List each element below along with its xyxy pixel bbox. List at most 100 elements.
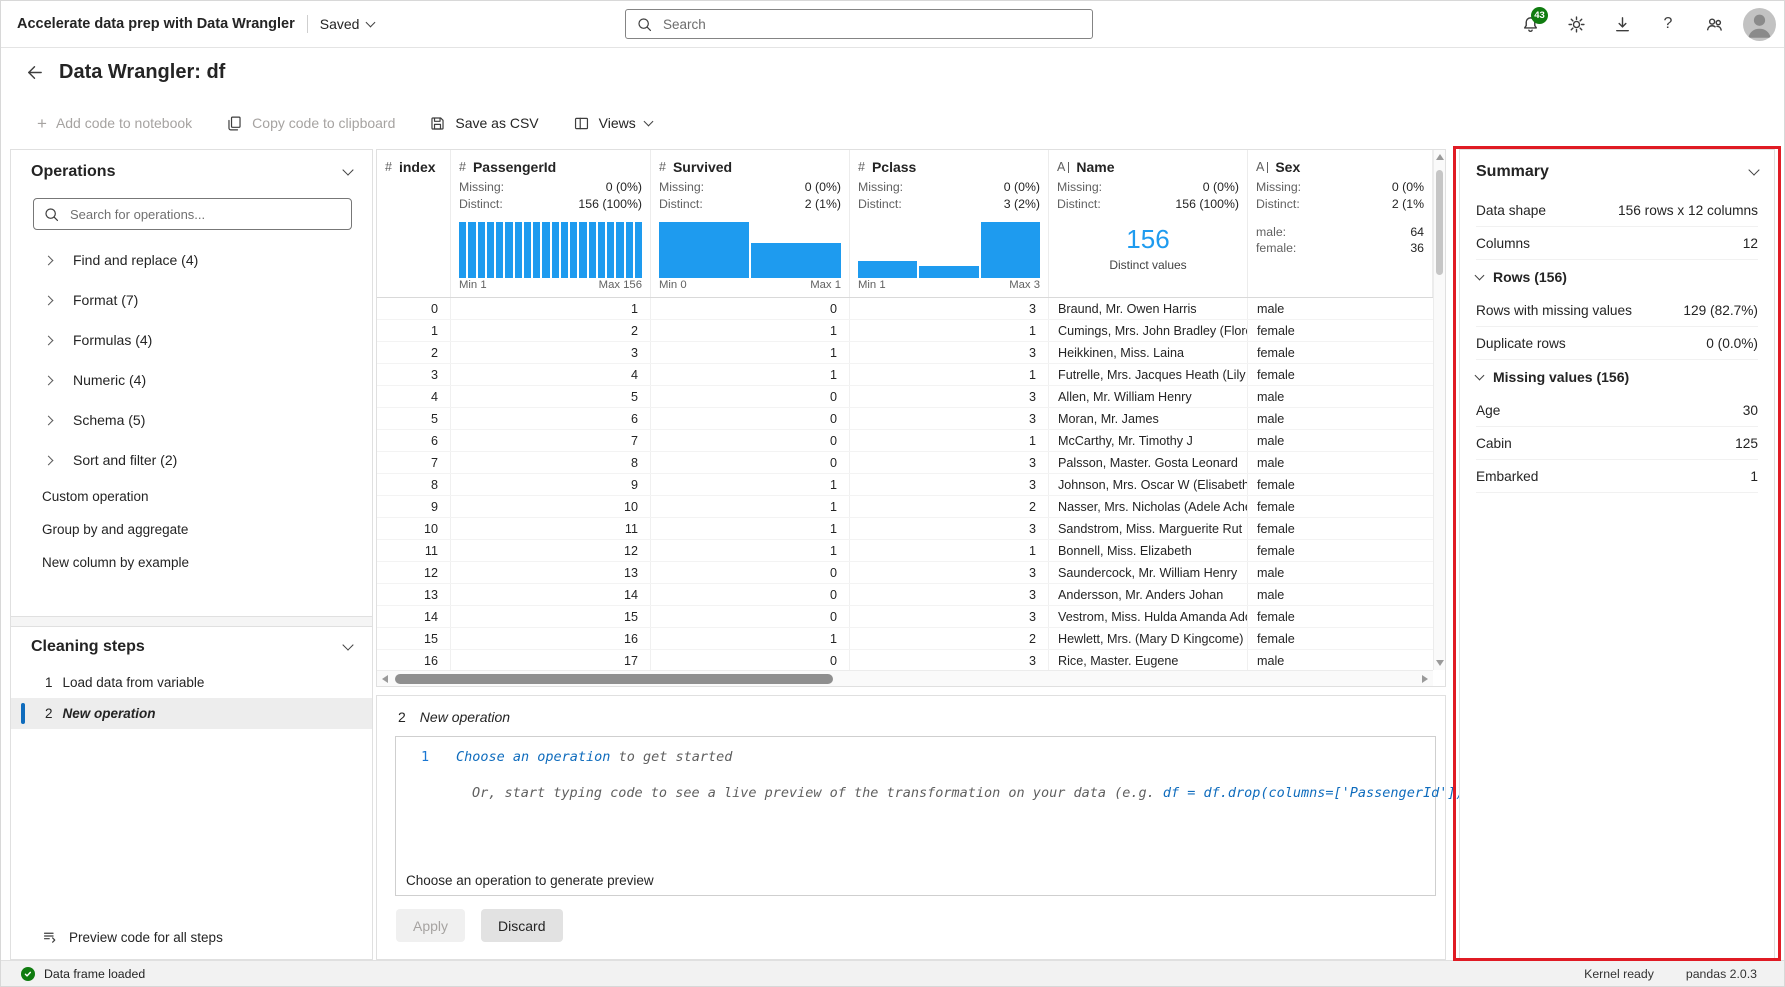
table-cell[interactable]: 0 [651, 452, 850, 473]
table-cell[interactable]: 3 [451, 342, 651, 363]
table-cell[interactable]: 1 [451, 298, 651, 319]
vertical-scroll-thumb[interactable] [1436, 170, 1443, 275]
table-cell[interactable]: Sandstrom, Miss. Marguerite Rut [1049, 518, 1248, 539]
table-cell[interactable]: 11 [377, 540, 451, 561]
table-cell[interactable]: 1 [377, 320, 451, 341]
table-cell[interactable]: 8 [377, 474, 451, 495]
share-button[interactable] [1697, 7, 1731, 41]
table-row[interactable]: 10 11 1 3 Sandstrom, Miss. Marguerite Rut fem… [377, 518, 1433, 540]
settings-button[interactable] [1559, 7, 1593, 41]
column-header-sex[interactable]: A Sex Missing: 0 (0% Distinct: 2 (1% male:… [1248, 150, 1433, 297]
table-cell[interactable]: 2 [451, 320, 651, 341]
table-cell[interactable]: female [1248, 342, 1433, 363]
column-header-survived[interactable]: # Survived Missing: 0 (0%) Distinct: 2 (1%… [651, 150, 850, 297]
table-cell[interactable]: 0 [651, 650, 850, 670]
table-cell[interactable]: Bonnell, Miss. Elizabeth [1049, 540, 1248, 561]
table-cell[interactable]: Heikkinen, Miss. Laina [1049, 342, 1248, 363]
table-cell[interactable]: 13 [451, 562, 651, 583]
cleaning-step-2-selected[interactable]: 2 New operation [11, 698, 372, 729]
table-cell[interactable]: female [1248, 540, 1433, 561]
table-cell[interactable]: male [1248, 562, 1433, 583]
table-cell[interactable]: 3 [850, 606, 1049, 627]
discard-button[interactable]: Discard [481, 909, 563, 942]
table-cell[interactable]: Futrelle, Mrs. Jacques Heath (Lily Ma [1049, 364, 1248, 385]
table-cell[interactable]: 2 [850, 628, 1049, 649]
column-header-passengerid[interactable]: # PassengerId Missing: 0 (0%) Distinct: 15… [451, 150, 651, 297]
table-cell[interactable]: 10 [451, 496, 651, 517]
table-cell[interactable]: female [1248, 628, 1433, 649]
table-cell[interactable]: 16 [451, 628, 651, 649]
table-row[interactable]: 9 10 1 2 Nasser, Mrs. Nicholas (Adele Achem f… [377, 496, 1433, 518]
table-cell[interactable]: 1 [651, 518, 850, 539]
table-cell[interactable]: 2 [377, 342, 451, 363]
table-cell[interactable]: Vestrom, Miss. Hulda Amanda Adolf [1049, 606, 1248, 627]
table-cell[interactable]: Saundercock, Mr. William Henry [1049, 562, 1248, 583]
operations-search-input[interactable] [68, 205, 342, 223]
table-cell[interactable]: 2 [850, 496, 1049, 517]
table-cell[interactable]: 1 [850, 320, 1049, 341]
table-cell[interactable]: female [1248, 518, 1433, 539]
table-cell[interactable]: 3 [850, 452, 1049, 473]
download-button[interactable] [1605, 7, 1639, 41]
summary-section-missing-values[interactable]: Missing values (156) [1474, 360, 1758, 394]
category-format[interactable]: Format (7) [11, 280, 372, 320]
table-cell[interactable]: 6 [377, 430, 451, 451]
category-formulas[interactable]: Formulas (4) [11, 320, 372, 360]
table-row[interactable]: 2 3 1 3 Heikkinen, Miss. Laina female [377, 342, 1433, 364]
table-row[interactable]: 11 12 1 1 Bonnell, Miss. Elizabeth female [377, 540, 1433, 562]
operations-header[interactable]: Operations [11, 150, 372, 194]
table-cell[interactable]: female [1248, 606, 1433, 627]
code-editor[interactable]: 1 Choose an operation to get started Or,… [395, 736, 1472, 896]
table-cell[interactable]: Palsson, Master. Gosta Leonard [1049, 452, 1248, 473]
group-by-aggregate-item[interactable]: Group by and aggregate [11, 513, 372, 546]
table-cell[interactable]: 15 [377, 628, 451, 649]
table-cell[interactable]: McCarthy, Mr. Timothy J [1049, 430, 1248, 451]
table-cell[interactable]: 0 [651, 606, 850, 627]
table-cell[interactable]: 1 [651, 342, 850, 363]
table-cell[interactable]: 0 [651, 298, 850, 319]
table-cell[interactable]: 11 [451, 518, 651, 539]
table-cell[interactable]: male [1248, 584, 1433, 605]
table-row[interactable]: 0 1 0 3 Braund, Mr. Owen Harris male [377, 298, 1433, 320]
table-cell[interactable]: 3 [850, 298, 1049, 319]
table-cell[interactable]: female [1248, 320, 1433, 341]
global-search[interactable] [625, 9, 1093, 39]
table-row[interactable]: 12 13 0 3 Saundercock, Mr. William Henry male [377, 562, 1433, 584]
category-schema[interactable]: Schema (5) [11, 400, 372, 440]
notifications-button[interactable]: 43 [1513, 7, 1548, 41]
avatar[interactable] [1743, 7, 1776, 41]
table-cell[interactable]: 12 [377, 562, 451, 583]
table-cell[interactable]: Johnson, Mrs. Oscar W (Elisabeth Vil [1049, 474, 1248, 495]
table-cell[interactable]: Braund, Mr. Owen Harris [1049, 298, 1248, 319]
table-cell[interactable]: Allen, Mr. William Henry [1049, 386, 1248, 407]
add-code-to-notebook-button[interactable]: + Add code to notebook [35, 111, 194, 136]
table-row[interactable]: 13 14 0 3 Andersson, Mr. Anders Johan male [377, 584, 1433, 606]
table-cell[interactable]: 14 [377, 606, 451, 627]
table-cell[interactable]: 0 [651, 408, 850, 429]
table-row[interactable]: 15 16 1 2 Hewlett, Mrs. (Mary D Kingcome) fem… [377, 628, 1433, 650]
table-cell[interactable]: male [1248, 650, 1433, 670]
apply-button[interactable]: Apply [396, 909, 466, 942]
table-row[interactable]: 4 5 0 3 Allen, Mr. William Henry male [377, 386, 1433, 408]
table-cell[interactable]: male [1248, 386, 1433, 407]
vertical-scrollbar[interactable] [1433, 150, 1445, 670]
table-cell[interactable]: 6 [451, 408, 651, 429]
table-cell[interactable]: 1 [651, 364, 850, 385]
table-cell[interactable]: 0 [377, 298, 451, 319]
table-cell[interactable]: 4 [451, 364, 651, 385]
column-header-index[interactable]: # index [377, 150, 451, 297]
cleaning-step-1[interactable]: 1 Load data from variable [11, 667, 372, 698]
table-cell[interactable]: male [1248, 298, 1433, 319]
table-cell[interactable]: 3 [850, 562, 1049, 583]
column-header-pclass[interactable]: # Pclass Missing: 0 (0%) Distinct: 3 (2%) … [850, 150, 1049, 297]
table-cell[interactable]: 1 [850, 364, 1049, 385]
table-cell[interactable]: 0 [651, 584, 850, 605]
table-cell[interactable]: 3 [850, 650, 1049, 670]
table-cell[interactable]: 1 [651, 496, 850, 517]
table-cell[interactable]: 3 [850, 386, 1049, 407]
table-cell[interactable]: 3 [850, 584, 1049, 605]
table-row[interactable]: 7 8 0 3 Palsson, Master. Gosta Leonard male [377, 452, 1433, 474]
table-row[interactable]: 16 17 0 3 Rice, Master. Eugene male [377, 650, 1433, 670]
table-cell[interactable]: female [1248, 474, 1433, 495]
horizontal-scrollbar[interactable] [377, 670, 1433, 686]
